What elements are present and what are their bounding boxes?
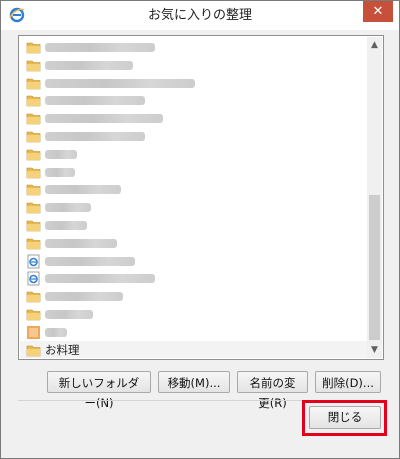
favorite-folder-item[interactable] — [20, 198, 368, 217]
favorite-folder-item[interactable] — [20, 216, 368, 235]
redacted-label — [45, 203, 91, 213]
folder-icon — [26, 113, 41, 125]
folder-icon — [26, 167, 41, 178]
folder-icon — [26, 96, 41, 107]
favorite-folder-item[interactable] — [20, 305, 368, 324]
favorite-folder-item[interactable] — [20, 91, 368, 110]
redacted-label — [45, 78, 195, 88]
folder-icon — [26, 202, 41, 214]
folder-icon — [26, 149, 41, 161]
new-folder-button[interactable]: 新しいフォルダー(N) — [47, 371, 151, 410]
internet-explorer-page-icon — [27, 271, 40, 286]
favorite-folder-item[interactable] — [20, 287, 368, 306]
organize-favorites-dialog: お気に入りの整理 ✕ お料理 ▲ ▼ 新しいフォルダー(N) 移動(M)... … — [0, 0, 400, 459]
close-icon: ✕ — [372, 4, 384, 19]
redacted-label — [45, 221, 87, 230]
favorite-folder-item[interactable] — [20, 127, 368, 146]
favorite-folder-item[interactable] — [20, 145, 368, 164]
vertical-scrollbar[interactable]: ▲ ▼ — [367, 37, 382, 358]
rename-button[interactable]: 名前の変更(R) — [237, 371, 308, 410]
favorite-item-label: お料理 — [45, 342, 80, 357]
folder-icon — [26, 42, 41, 54]
favorite-folder-item[interactable] — [20, 234, 368, 253]
folder-icon — [26, 185, 41, 196]
favorites-list[interactable]: お料理 — [20, 37, 368, 358]
redacted-label — [45, 60, 133, 70]
redacted-label — [45, 185, 121, 195]
folder-icon — [26, 131, 41, 143]
move-button[interactable]: 移動(M)... — [158, 371, 230, 393]
site-favicon-icon — [27, 325, 40, 339]
folder-icon — [26, 220, 41, 232]
redacted-label — [45, 238, 117, 248]
favorite-folder-item[interactable] — [20, 56, 368, 75]
scroll-down-arrow-icon[interactable]: ▼ — [367, 342, 382, 358]
delete-button[interactable]: 削除(D)... — [315, 371, 381, 393]
folder-icon — [26, 238, 41, 250]
folder-icon — [26, 291, 41, 303]
redacted-label — [45, 132, 145, 141]
favorites-list-frame: お料理 ▲ ▼ — [18, 35, 384, 360]
favorite-page-item[interactable] — [20, 323, 368, 342]
favorite-page-item[interactable] — [20, 252, 368, 271]
favorite-page-item[interactable] — [20, 269, 368, 288]
folder-icon — [26, 345, 41, 356]
redacted-label — [45, 114, 163, 124]
scrollbar-thumb[interactable] — [369, 195, 380, 340]
redacted-label — [45, 327, 67, 337]
redacted-label — [45, 292, 123, 302]
folder-icon — [26, 60, 41, 72]
redacted-label — [45, 256, 135, 266]
redacted-label — [45, 96, 145, 106]
redacted-label — [45, 43, 155, 52]
highlight-box — [302, 400, 387, 436]
window-close-button[interactable]: ✕ — [363, 1, 393, 22]
folder-icon — [26, 309, 41, 321]
favorite-folder-item[interactable] — [20, 109, 368, 128]
favorite-folder-item[interactable] — [20, 180, 368, 199]
internet-explorer-page-icon — [27, 254, 40, 268]
redacted-label — [45, 149, 77, 159]
redacted-label — [45, 310, 93, 319]
scroll-up-arrow-icon[interactable]: ▲ — [367, 37, 382, 53]
favorite-folder-item[interactable] — [20, 163, 368, 182]
title-bar: お気に入りの整理 ✕ — [1, 1, 399, 30]
folder-icon — [26, 78, 41, 89]
favorite-folder-item[interactable]: お料理 — [20, 340, 368, 358]
window-title: お気に入りの整理 — [147, 8, 252, 23]
redacted-label — [45, 167, 75, 177]
redacted-label — [45, 274, 155, 284]
favorite-folder-item[interactable] — [20, 38, 368, 57]
favorite-folder-item[interactable] — [20, 74, 368, 93]
